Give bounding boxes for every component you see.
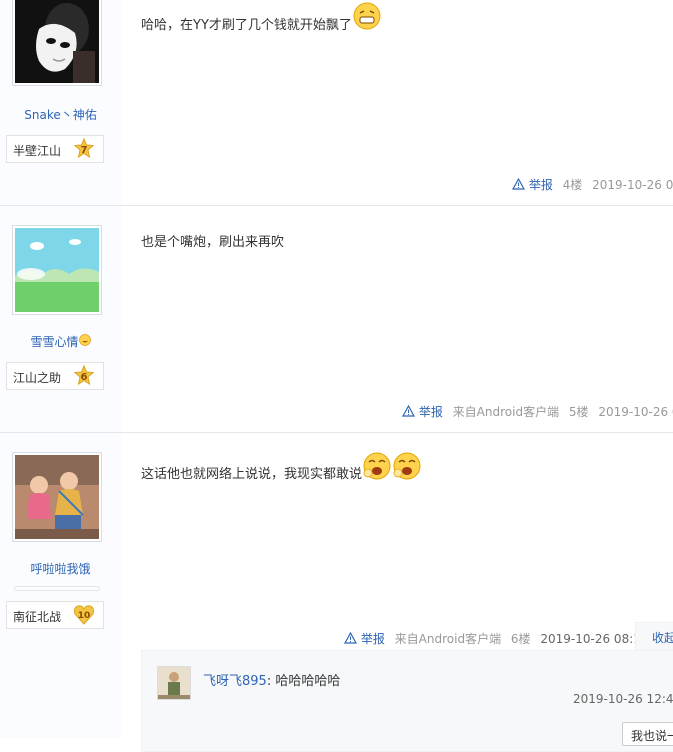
level-star-icon: 6 [73,364,95,387]
report-link[interactable]: 举报 [419,405,443,419]
post-time: 2019-10-26 08:1 [598,405,673,419]
level-badge[interactable]: 江山之助 6 [6,362,104,390]
post-content: 也是个嘴炮，刷出来再吹 [141,235,285,250]
post-text: 哈哈，在YY才刷了几个钱就开始飘了 [141,18,352,33]
emoji-laugh-icon [362,451,392,485]
warning-triangle-icon [401,404,419,419]
sub-reply-avatar[interactable] [157,666,191,700]
collapse-replies-button[interactable]: 收起 [635,622,673,653]
avatar[interactable] [12,0,102,86]
level-name: 江山之助 [13,371,62,385]
report-link[interactable]: 举报 [361,632,385,646]
sub-reply-text: 飞呀飞895: 哈哈哈哈哈 [203,670,340,689]
level-name: 半壁江山 [13,144,62,158]
level-number: 6 [81,372,88,383]
post-tail: 举报 来自Android客户端 5楼 2019-10-26 08:1 [401,403,673,420]
client-source[interactable]: 来自Android客户端 [395,632,501,646]
post-content: 哈哈，在YY才刷了几个钱就开始飘了 [141,2,382,35]
username-text[interactable]: 雪雪心情 [30,335,78,349]
post-text: 这话他也就网络上说说，我现实都敢说 [141,467,363,482]
client-source[interactable]: 来自Android客户端 [453,405,559,419]
floor-number: 4楼 [562,178,583,192]
username[interactable]: 呼啦啦我饿 [0,560,121,577]
level-badge[interactable]: 南征北战 10 [6,601,104,629]
level-name: 南征北战 [13,610,62,624]
post-tail: 举报 来自Android客户端 6楼 2019-10-26 08:14 [343,630,649,647]
username[interactable]: 雪雪心情 [0,333,121,350]
reply-button[interactable]: 我也说一 [622,722,673,746]
level-number: 10 [78,611,91,621]
sub-reply-time: 2019-10-26 12:49 [573,692,673,706]
warning-triangle-icon [343,631,361,646]
floor-number: 6楼 [510,632,531,646]
level-badge[interactable]: 半壁江山 7 [6,135,104,163]
sub-reply-username[interactable]: 飞呀飞895 [203,674,267,689]
sub-reply-content: 哈哈哈哈哈 [275,674,341,689]
emoji-laugh-icon [78,334,91,349]
emoji-grin-icon [352,1,382,35]
post-content: 这话他也就网络上说说，我现实都敢说 [141,452,422,485]
level-number: 7 [81,145,88,156]
username[interactable]: Snake丶神佑 [0,106,121,123]
level-heart-icon: 10 [73,604,95,626]
report-link[interactable]: 举报 [529,178,553,192]
avatar[interactable] [12,225,102,315]
post-floor-4: Snake丶神佑 半壁江山 7 哈哈，在YY才刷了几个钱就开始飘了 举报 4楼 … [0,0,673,206]
post-time: 2019-10-26 08:0 [592,178,673,192]
post-tail: 举报 4楼 2019-10-26 08:0 [511,176,673,193]
level-star-icon: 7 [73,137,95,160]
warning-triangle-icon [511,177,529,192]
sub-reply-panel: 飞呀飞895: 哈哈哈哈哈 2019-10-26 12:49 我也说一 [141,650,673,752]
post-floor-5: 雪雪心情 江山之助 6 也是个嘴炮，刷出来再吹 举报 来自Android客户端 … [0,206,673,433]
username-divider [14,586,100,591]
post-time: 2019-10-26 08:14 [540,632,649,646]
avatar[interactable] [12,452,102,542]
emoji-laugh-icon [392,451,422,485]
floor-number: 5楼 [568,405,589,419]
